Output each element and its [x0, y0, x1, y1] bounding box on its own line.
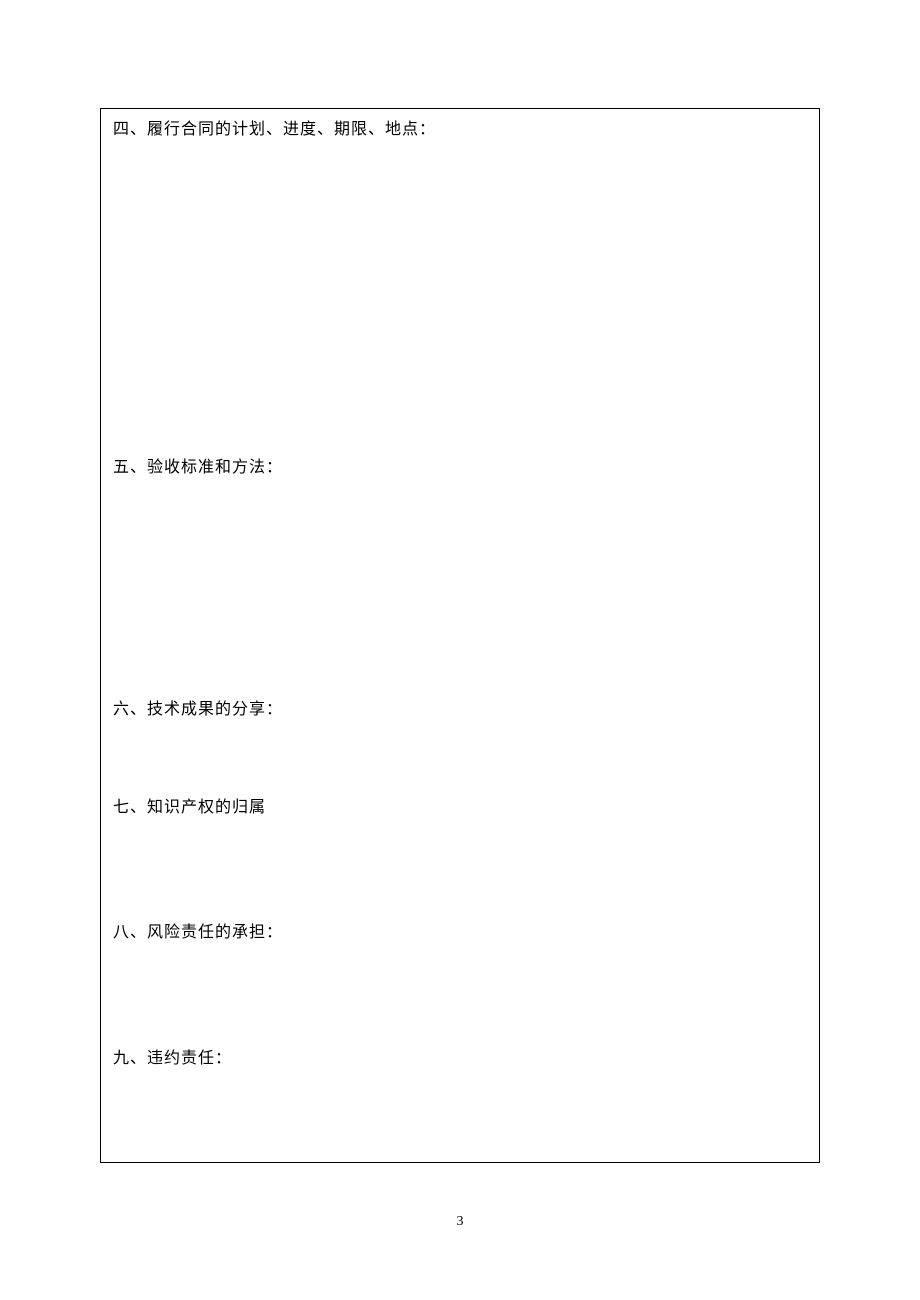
section-4-heading: 四、履行合同的计划、进度、期限、地点：	[113, 117, 807, 143]
section-8-heading: 八、风险责任的承担：	[113, 920, 807, 946]
page-number: 3	[0, 1214, 920, 1230]
section-9-heading: 九、违约责任：	[113, 1046, 807, 1072]
section-5-heading: 五、验收标准和方法：	[113, 455, 807, 481]
section-6-heading: 六、技术成果的分享：	[113, 697, 807, 723]
document-frame: 四、履行合同的计划、进度、期限、地点： 五、验收标准和方法： 六、技术成果的分享…	[100, 108, 820, 1163]
section-7-heading: 七、知识产权的归属	[113, 795, 807, 821]
